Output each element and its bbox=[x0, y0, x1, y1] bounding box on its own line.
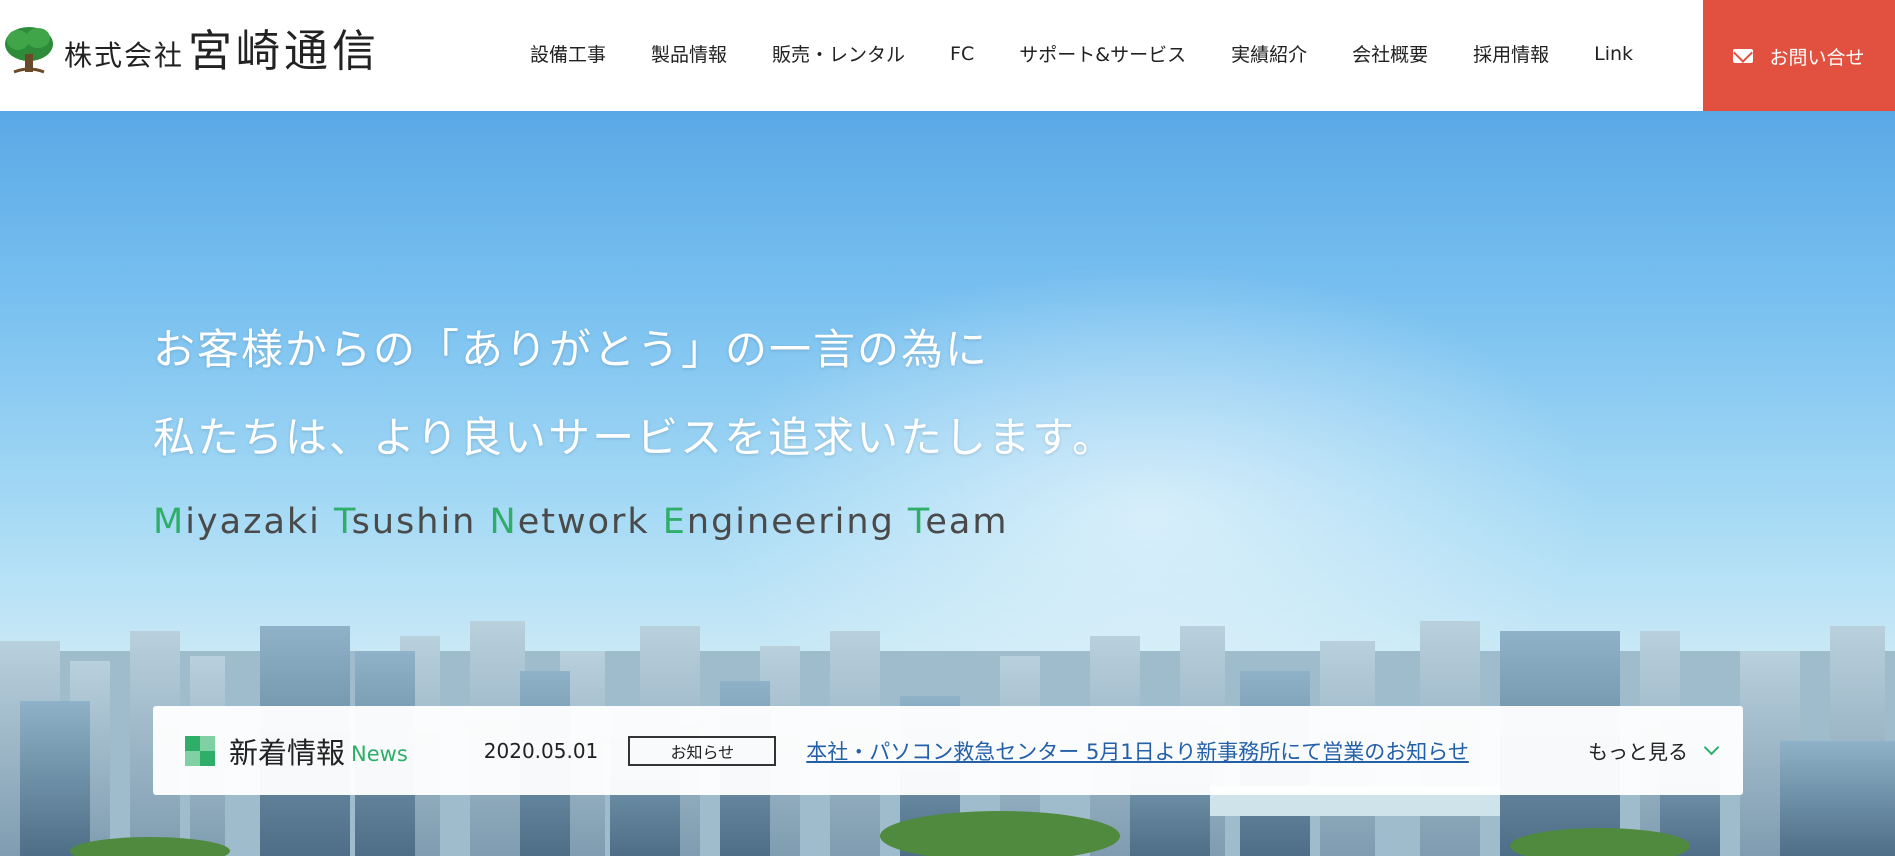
company-logo[interactable]: 株式会社 宮崎通信 bbox=[4, 22, 380, 82]
logo-text-small: 株式会社 bbox=[64, 39, 185, 72]
news-bar: 新着情報 News 2020.05.01 お知らせ 本社・パソコン救急センター … bbox=[153, 706, 1743, 795]
nav-item-works[interactable]: 実績紹介 bbox=[1231, 40, 1307, 67]
tagline-word: eam bbox=[925, 502, 1009, 542]
news-more-button[interactable]: もっと見る bbox=[1588, 736, 1720, 765]
tagline-initial: E bbox=[662, 502, 687, 542]
news-category-badge: お知らせ bbox=[628, 735, 777, 766]
tagline-initial: T bbox=[334, 502, 352, 542]
tagline-word: etwork bbox=[517, 502, 663, 542]
nav-item-construction[interactable]: 設備工事 bbox=[530, 40, 606, 67]
news-item-link[interactable]: 本社・パソコン救急センター 5月1日より新事務所にて営業のお知らせ bbox=[806, 736, 1469, 766]
chevron-down-icon bbox=[1703, 739, 1720, 756]
logo-text-big: 宮崎通信 bbox=[188, 26, 381, 77]
tagline-word: ngineering bbox=[686, 502, 908, 542]
main-nav: 設備工事 製品情報 販売・レンタル FC サポート&サービス 実績紹介 会社概要… bbox=[530, 0, 1678, 107]
nav-item-products[interactable]: 製品情報 bbox=[651, 40, 727, 67]
tagline-initial: T bbox=[907, 502, 926, 542]
nav-item-support[interactable]: サポート&サービス bbox=[1019, 40, 1186, 67]
tagline-word: sushin bbox=[351, 502, 490, 542]
hero-tagline: Miyazaki Tsushin Network Engineering Tea… bbox=[153, 502, 1008, 542]
news-date: 2020.05.01 bbox=[483, 738, 599, 763]
mail-icon bbox=[1733, 49, 1754, 63]
nav-item-sales-rental[interactable]: 販売・レンタル bbox=[772, 40, 905, 67]
tagline-initial: N bbox=[489, 502, 518, 542]
tagline-word: iyazaki bbox=[185, 502, 335, 542]
news-squares-icon bbox=[185, 735, 215, 766]
news-more-label: もっと見る bbox=[1588, 740, 1688, 764]
tagline-initial: M bbox=[153, 502, 186, 542]
tree-logo-icon bbox=[4, 24, 54, 80]
nav-item-recruit[interactable]: 採用情報 bbox=[1473, 40, 1549, 67]
logo-text: 株式会社 宮崎通信 bbox=[64, 30, 380, 74]
news-title: 新着情報 bbox=[229, 735, 346, 770]
hero-headline-1: お客様からの「ありがとう」の一言の為に bbox=[153, 325, 990, 374]
nav-item-link[interactable]: Link bbox=[1594, 43, 1633, 65]
site-header: 株式会社 宮崎通信 設備工事 製品情報 販売・レンタル FC サポート&サービス… bbox=[0, 0, 1895, 112]
news-subtitle: News bbox=[351, 741, 408, 766]
contact-button-label: お問い合せ bbox=[1769, 46, 1865, 69]
hero-headline-2: 私たちは、より良いサービスを追求いたします。 bbox=[153, 413, 1116, 462]
nav-item-fc[interactable]: FC bbox=[950, 43, 974, 65]
contact-button[interactable]: お問い合せ bbox=[1703, 0, 1895, 112]
nav-item-company[interactable]: 会社概要 bbox=[1352, 40, 1428, 67]
